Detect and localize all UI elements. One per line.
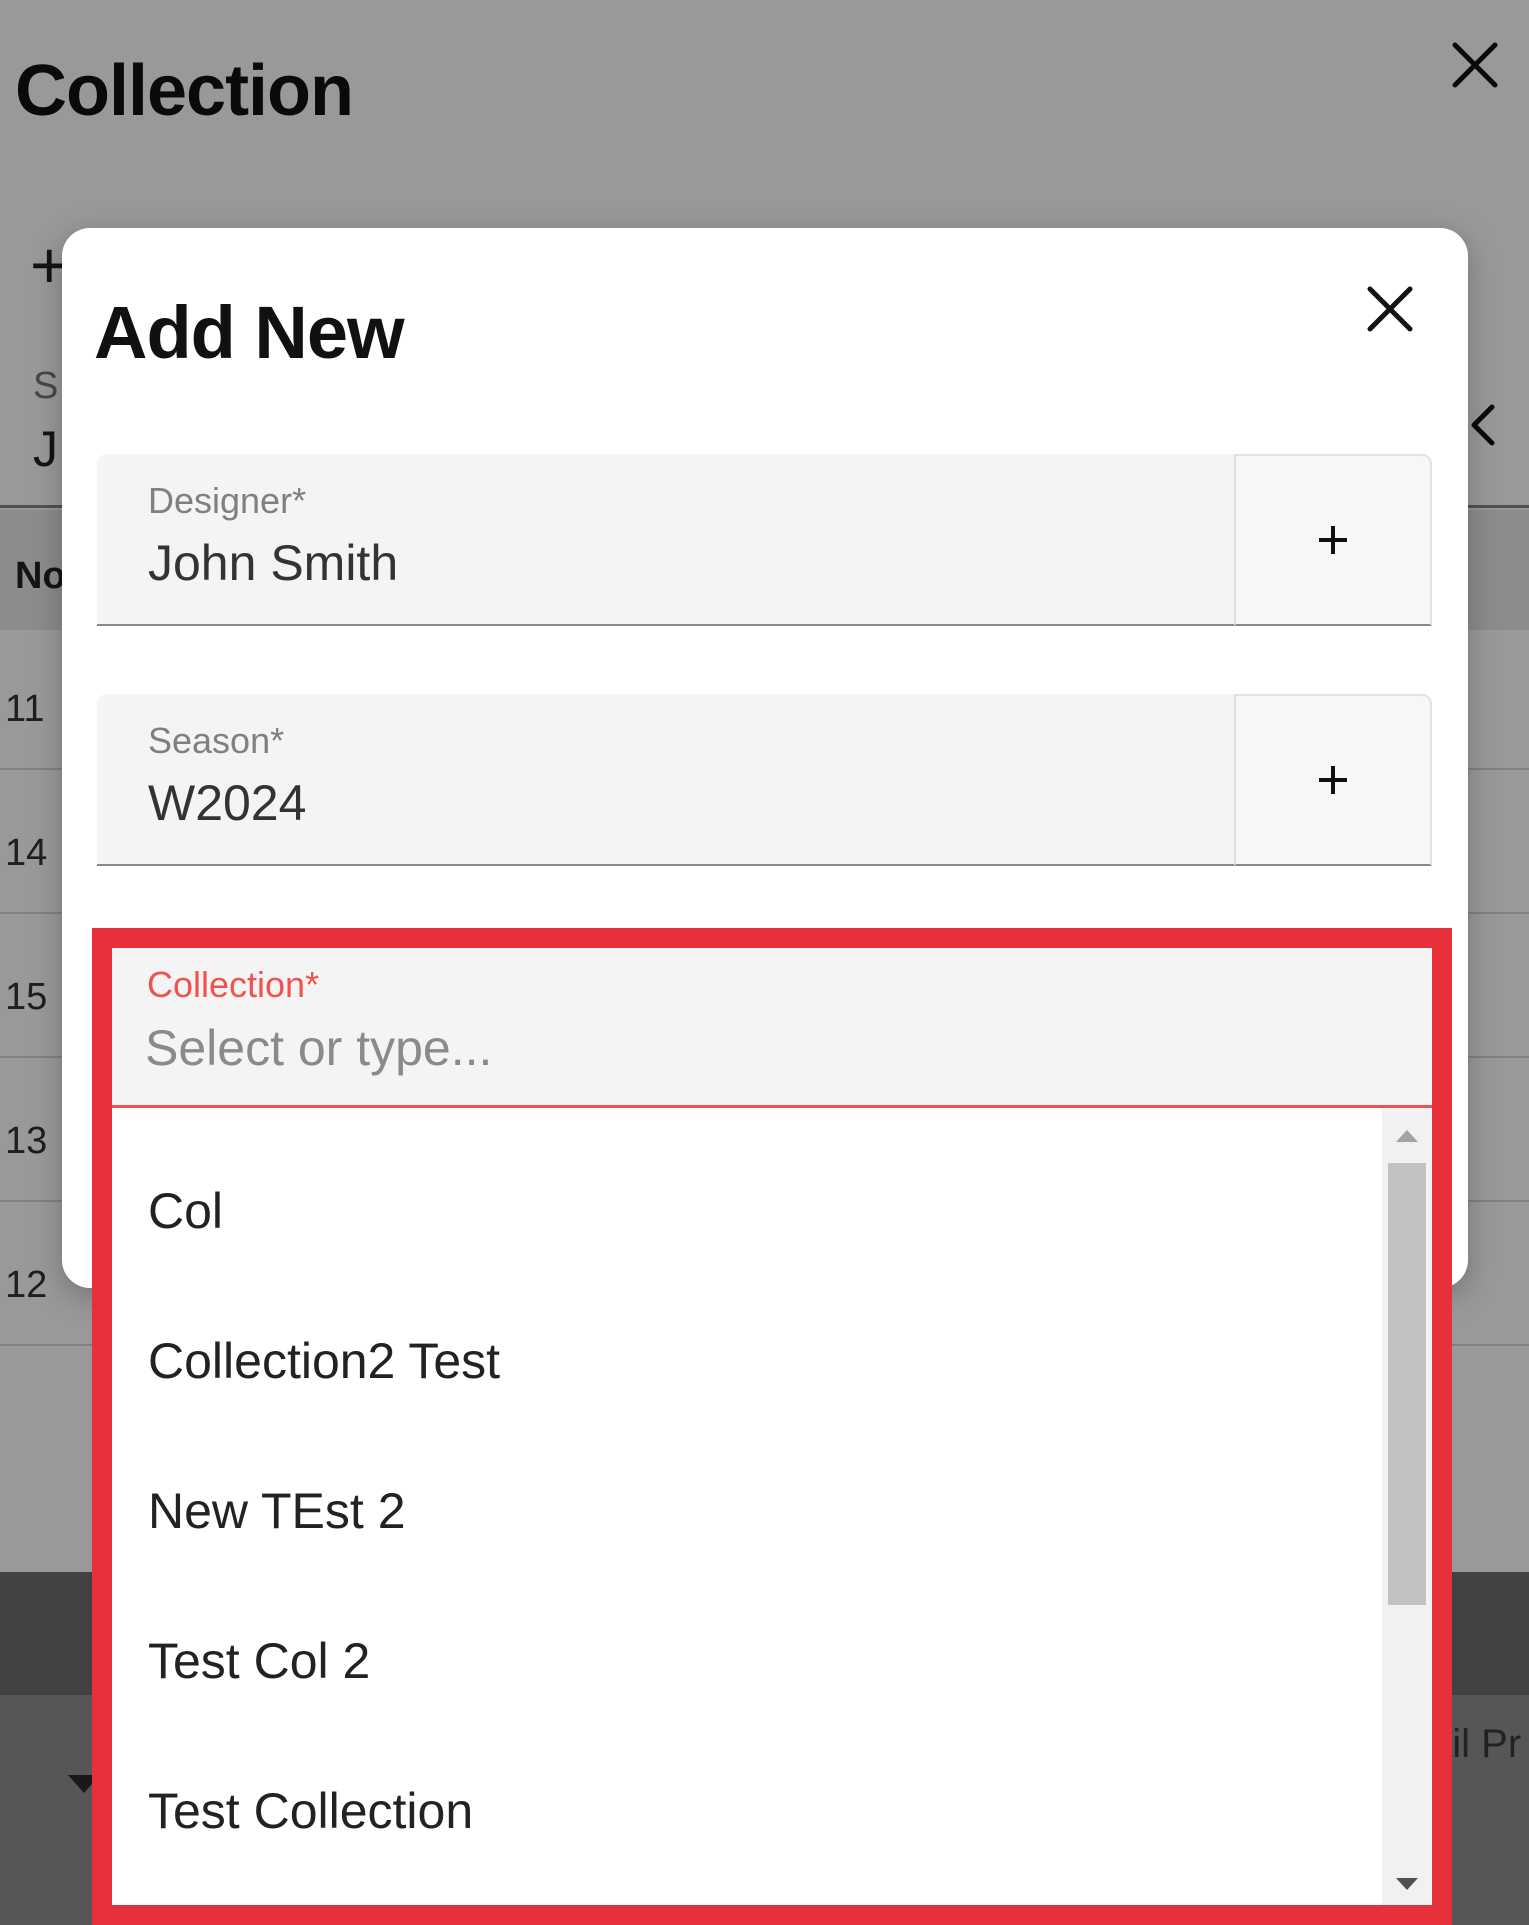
collection-option[interactable]: Col <box>112 1138 1382 1288</box>
add-designer-button[interactable] <box>1234 454 1432 626</box>
season-value: W2024 <box>148 775 307 831</box>
collection-option[interactable]: Test Collection <box>112 1738 1382 1888</box>
collection-dropdown: Col Collection2 Test New TEst 2 Test Col… <box>112 1108 1432 1905</box>
option-label: Collection2 Test <box>148 1333 501 1389</box>
option-label: New TEst 2 <box>148 1483 406 1539</box>
option-label: Col <box>148 1183 224 1239</box>
designer-value: John Smith <box>148 535 399 591</box>
designer-label: Designer* <box>148 480 307 521</box>
add-season-button[interactable] <box>1234 694 1432 866</box>
designer-input[interactable]: Designer* John Smith <box>97 454 1234 626</box>
option-label: Test Col 2 <box>148 1633 371 1689</box>
collection-label: Collection* <box>147 964 320 1005</box>
collection-field[interactable]: Collection* <box>112 948 1432 1108</box>
scrollbar-thumb[interactable] <box>1388 1163 1426 1605</box>
collection-option[interactable]: Collection2 Test <box>112 1288 1382 1438</box>
option-label: Test Collection <box>148 1783 474 1839</box>
close-icon[interactable] <box>1362 281 1418 337</box>
arrow-up-icon[interactable] <box>1396 1130 1418 1142</box>
plus-icon <box>1236 696 1430 864</box>
season-label: Season* <box>148 720 285 761</box>
season-input[interactable]: Season* W2024 <box>97 694 1234 866</box>
collection-option[interactable]: New TEst 2 <box>112 1438 1382 1588</box>
dialog-title: Add New <box>94 291 405 374</box>
plus-icon <box>1236 456 1430 624</box>
collection-input[interactable] <box>145 1016 1345 1080</box>
designer-field: Designer* John Smith <box>97 454 1435 626</box>
arrow-down-icon[interactable] <box>1396 1878 1418 1890</box>
season-field: Season* W2024 <box>97 694 1435 866</box>
collection-option[interactable]: Test Col 2 <box>112 1588 1382 1738</box>
